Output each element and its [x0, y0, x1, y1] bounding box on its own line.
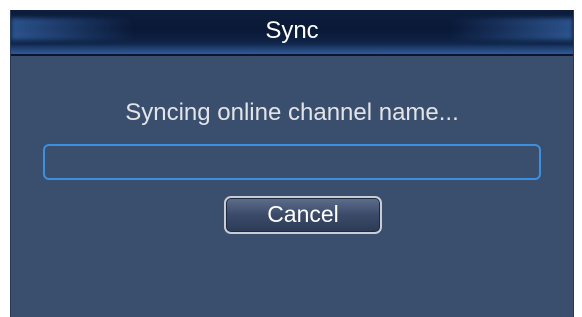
- dialog-title: Sync: [265, 17, 319, 44]
- dialog-titlebar: Sync: [11, 10, 573, 56]
- sync-progress-bar: [43, 144, 541, 180]
- sync-status-message: Syncing online channel name...: [125, 99, 459, 126]
- sync-dialog: Sync Syncing online channel name... Canc…: [10, 10, 574, 317]
- cancel-button[interactable]: Cancel: [224, 196, 382, 234]
